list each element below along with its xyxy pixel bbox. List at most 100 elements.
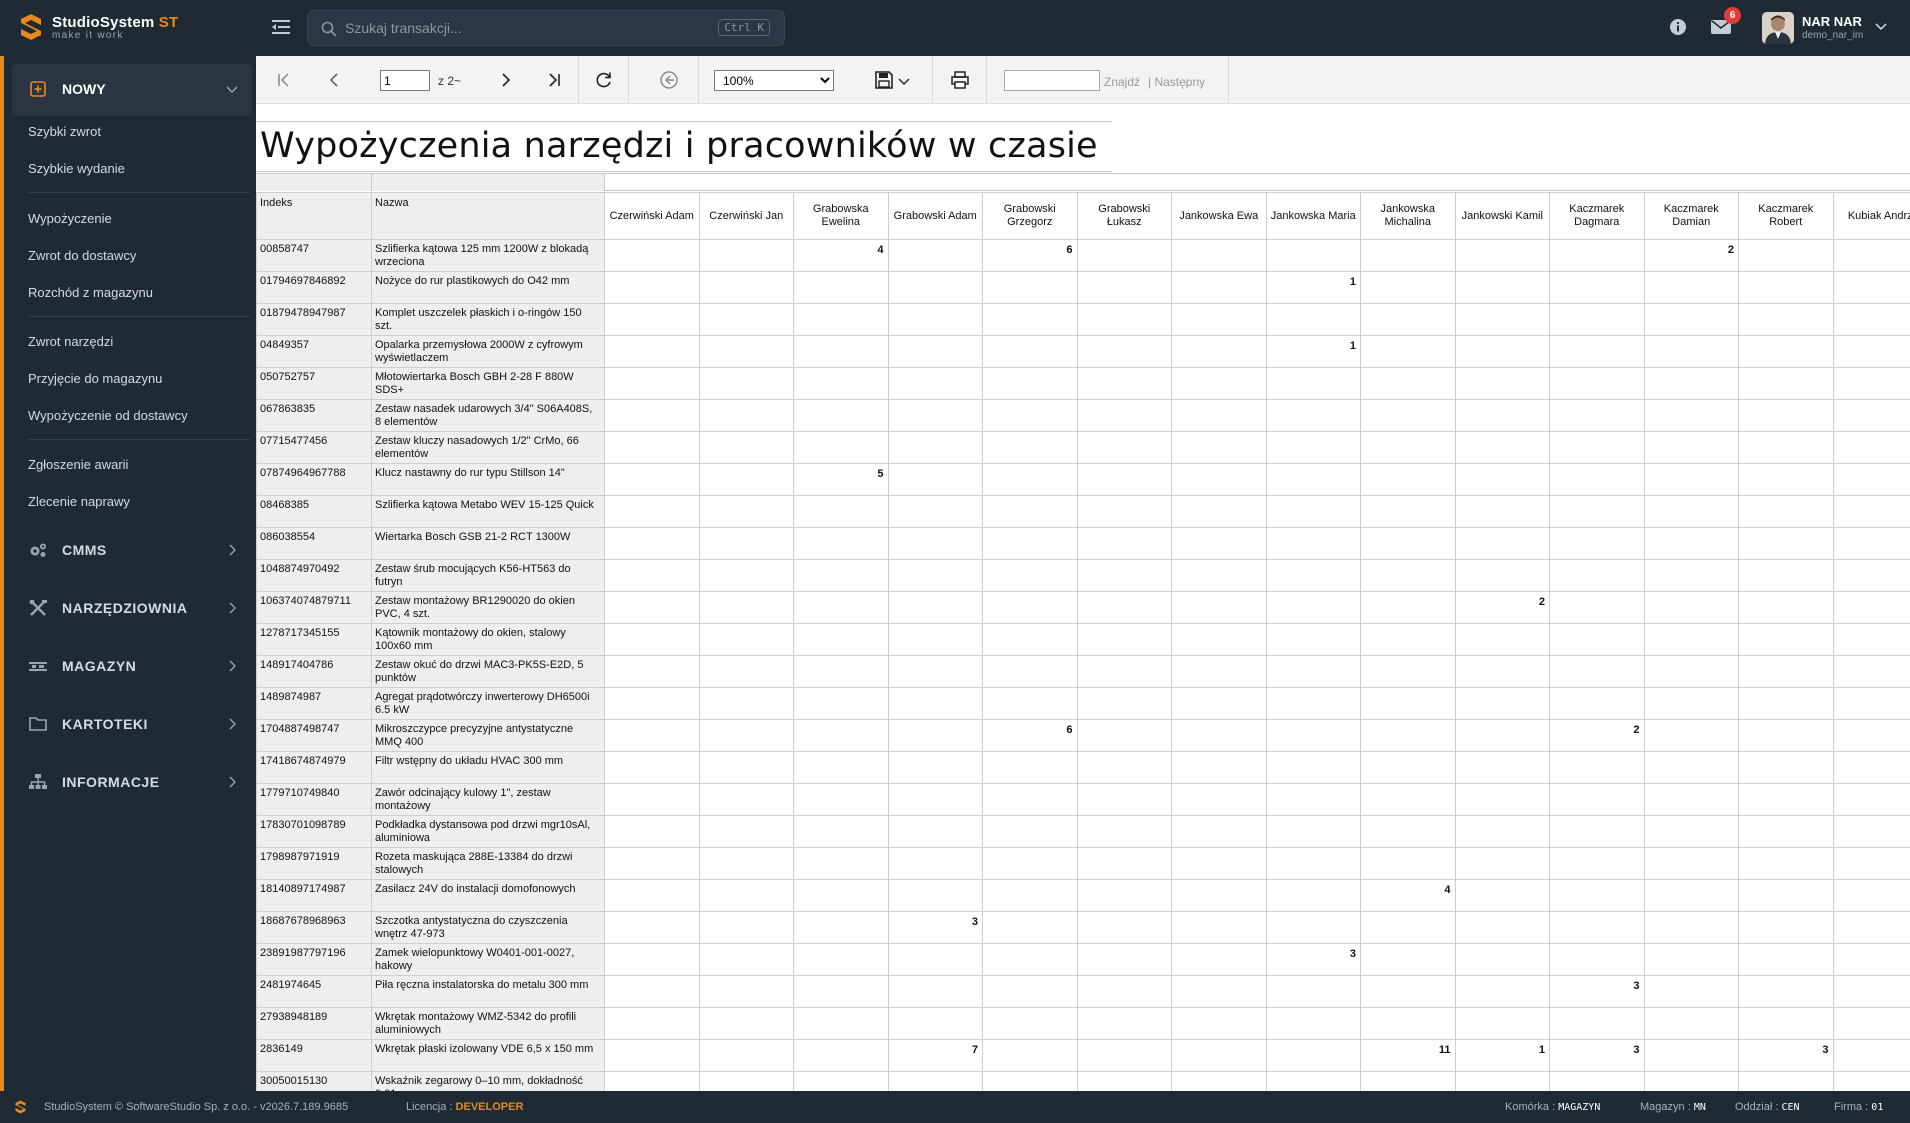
sidebar-item-zgloszenie-awarii[interactable]: Zgłoszenie awarii bbox=[28, 457, 128, 472]
cell-count bbox=[1738, 431, 1834, 464]
sidebar-item-rozchod-z-magazynu[interactable]: Rozchód z magazynu bbox=[28, 285, 153, 300]
cell-count bbox=[887, 623, 983, 656]
cell-count bbox=[1454, 1007, 1550, 1040]
sidebar-item-zwrot-do-dostawcy[interactable]: Zwrot do dostawcy bbox=[28, 248, 136, 263]
cell-count bbox=[1643, 751, 1739, 784]
cell-count bbox=[793, 367, 889, 400]
report-page: Wypożyczenia narzędzi i pracowników w cz… bbox=[256, 104, 1910, 1091]
search-shortcut: Ctrl K bbox=[718, 19, 770, 36]
sidebar-item-szybkie-wydanie[interactable]: Szybkie wydanie bbox=[28, 161, 125, 176]
cell-count bbox=[1643, 719, 1739, 752]
cell-count bbox=[1360, 399, 1456, 432]
cell-count: 3 bbox=[1265, 943, 1361, 976]
cell-count bbox=[982, 655, 1078, 688]
chevron-down-icon[interactable] bbox=[1874, 22, 1888, 32]
cell-count bbox=[1360, 527, 1456, 560]
table-row: 23891987797196 Zamek wielopunktowy W0401-… bbox=[256, 943, 1910, 976]
cell-name: Komplet uszczelek płaskich i o-ringów 15… bbox=[371, 303, 605, 336]
save-icon[interactable] bbox=[873, 70, 895, 90]
cell-count bbox=[1076, 975, 1172, 1008]
table-row: 050752757 Młotowiertarka Bosch GBH 2-28 F… bbox=[256, 367, 1910, 400]
cell-count bbox=[1832, 1007, 1910, 1040]
cell-count bbox=[1549, 271, 1645, 304]
avatar[interactable] bbox=[1762, 12, 1794, 44]
refresh-icon[interactable] bbox=[594, 70, 614, 90]
transaction-search[interactable]: Ctrl K bbox=[307, 10, 785, 46]
find-button[interactable]: Znajdź bbox=[1104, 75, 1140, 89]
cell-count bbox=[1454, 911, 1550, 944]
cell-count bbox=[982, 783, 1078, 816]
cell-count bbox=[1738, 655, 1834, 688]
cell-count bbox=[604, 911, 700, 944]
cell-count bbox=[1265, 783, 1361, 816]
cell-count bbox=[793, 527, 889, 560]
search-input[interactable] bbox=[345, 18, 705, 38]
cell-count bbox=[1832, 879, 1910, 912]
column-header-employee: Kaczmarek Robert bbox=[1738, 192, 1834, 240]
cell-count bbox=[1643, 495, 1739, 528]
previous-page-icon[interactable] bbox=[324, 70, 344, 90]
sidebar-section-kartoteki[interactable]: KARTOTEKI bbox=[12, 702, 252, 746]
cell-count bbox=[1738, 1007, 1834, 1040]
cell-count bbox=[604, 335, 700, 368]
cell-count bbox=[793, 623, 889, 656]
cell-index: 27938948189 bbox=[256, 1007, 372, 1040]
cell-index: 1704887498747 bbox=[256, 719, 372, 752]
cell-count bbox=[887, 495, 983, 528]
user-name[interactable]: NAR NAR bbox=[1802, 14, 1862, 29]
back-icon[interactable] bbox=[659, 70, 679, 90]
cell-count bbox=[1549, 367, 1645, 400]
cell-count bbox=[1738, 527, 1834, 560]
print-icon[interactable] bbox=[950, 70, 970, 90]
cell-name: Mikroszczypce precyzyjne antystatyczne M… bbox=[371, 719, 605, 752]
cell-count bbox=[698, 815, 794, 848]
find-next-button[interactable]: | Następny bbox=[1148, 75, 1205, 89]
cell-count bbox=[1265, 1007, 1361, 1040]
cell-count bbox=[698, 847, 794, 880]
cell-name: Klucz nastawny do rur typu Stillson 14" bbox=[371, 463, 605, 496]
cell-count bbox=[1832, 271, 1910, 304]
brand[interactable]: StudioSystem ST make it work bbox=[20, 13, 178, 41]
sidebar-item-wypozyczenie[interactable]: Wypożyczenie bbox=[28, 211, 112, 226]
table-row: 2836149 Wkrętak płaski izolowany VDE 6,5 … bbox=[256, 1039, 1910, 1072]
cell-index: 1779710749840 bbox=[256, 783, 372, 816]
cell-count bbox=[1171, 623, 1267, 656]
menu-collapse-icon[interactable] bbox=[272, 17, 290, 37]
sidebar-item-zlecenie-naprawy[interactable]: Zlecenie naprawy bbox=[28, 494, 130, 509]
cell-name: Zestaw nasadek udarowych 3/4" S06A408S, … bbox=[371, 399, 605, 432]
find-text-input[interactable] bbox=[1004, 70, 1100, 91]
last-page-icon[interactable] bbox=[544, 70, 564, 90]
cell-index: 1048874970492 bbox=[256, 559, 372, 592]
first-page-icon[interactable] bbox=[274, 70, 294, 90]
sidebar-item-wypozyczenie-od-dostawcy[interactable]: Wypożyczenie od dostawcy bbox=[28, 408, 188, 423]
cell-count bbox=[1549, 527, 1645, 560]
zoom-select[interactable]: 100% bbox=[714, 70, 834, 91]
sidebar-section-narzedziownia[interactable]: NARZĘDZIOWNIA bbox=[12, 586, 252, 630]
cell-count bbox=[1832, 335, 1910, 368]
sidebar-section-new[interactable]: NOWY bbox=[12, 64, 252, 116]
title-rule bbox=[256, 171, 1112, 172]
section-label: MAGAZYN bbox=[62, 658, 137, 674]
info-icon[interactable] bbox=[1668, 17, 1688, 37]
cell-count bbox=[1360, 495, 1456, 528]
cell-count: 5 bbox=[793, 463, 889, 496]
cell-count bbox=[604, 303, 700, 336]
cell-count bbox=[1643, 271, 1739, 304]
cell-count bbox=[1171, 495, 1267, 528]
sidebar-item-szybki-zwrot[interactable]: Szybki zwrot bbox=[28, 124, 101, 139]
cell-name: Zamek wielopunktowy W0401-001-0027, hako… bbox=[371, 943, 605, 976]
cell-count bbox=[604, 399, 700, 432]
chevron-down-icon[interactable] bbox=[898, 78, 910, 86]
cell-count bbox=[1171, 719, 1267, 752]
cell-count bbox=[1738, 815, 1834, 848]
next-page-icon[interactable] bbox=[496, 70, 516, 90]
page-number-input[interactable] bbox=[380, 70, 430, 91]
sidebar-section-cmms[interactable]: CMMS bbox=[12, 528, 252, 572]
sidebar-item-przyjecie-do-magazynu[interactable]: Przyjęcie do magazynu bbox=[28, 371, 162, 386]
sidebar-section-informacje[interactable]: INFORMACJE bbox=[12, 760, 252, 804]
cell-count bbox=[1738, 783, 1834, 816]
sidebar-item-zwrot-narzedzi[interactable]: Zwrot narzędzi bbox=[28, 334, 113, 349]
sidebar-section-magazyn[interactable]: MAGAZYN bbox=[12, 644, 252, 688]
cell-count bbox=[1832, 1039, 1910, 1072]
cell-count bbox=[1549, 911, 1645, 944]
